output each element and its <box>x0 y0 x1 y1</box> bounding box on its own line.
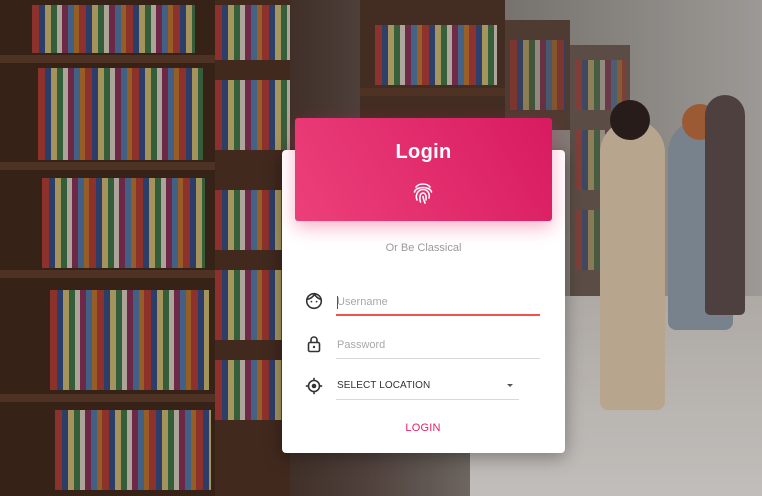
fingerprint-icon[interactable] <box>411 180 435 206</box>
username-input[interactable] <box>336 288 540 316</box>
location-select[interactable]: SELECT LOCATION <box>336 372 519 400</box>
location-target-icon <box>305 377 323 395</box>
username-field[interactable] <box>336 288 540 316</box>
location-select-value: SELECT LOCATION <box>337 380 431 391</box>
password-input[interactable] <box>336 331 540 359</box>
lock-icon <box>307 336 321 353</box>
login-header: Login <box>295 118 552 221</box>
login-button[interactable]: LOGIN <box>388 416 458 440</box>
login-title: Login <box>395 141 452 163</box>
password-field[interactable] <box>336 331 540 359</box>
dropdown-arrow-icon[interactable] <box>507 384 513 387</box>
face-icon <box>305 292 323 310</box>
alternate-login-text: Or Be Classical <box>385 242 462 254</box>
